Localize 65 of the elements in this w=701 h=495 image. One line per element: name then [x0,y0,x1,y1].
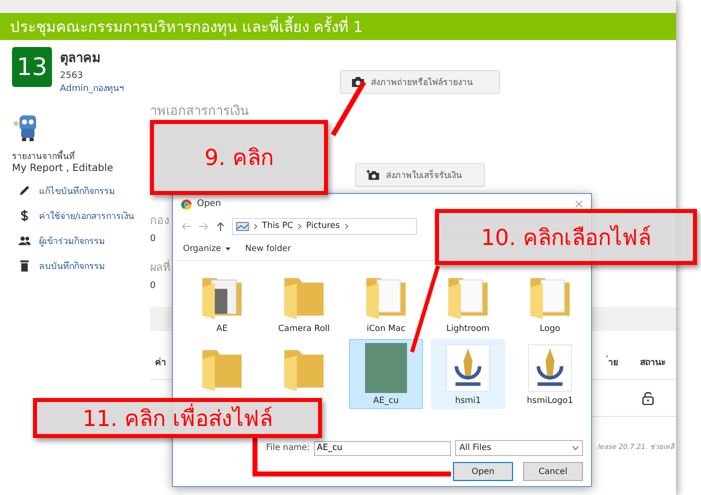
dialog-title: Open [197,199,222,209]
column-header: ่าย [608,355,618,369]
month-label: ตุลาคม [60,50,102,68]
chevron-icon [344,222,349,230]
section-heading: าพเอกสารการเงิน [150,103,249,121]
year-label: 2563 [60,71,84,81]
camera-icon [351,76,365,88]
dollar-icon [18,209,31,222]
sidebar-item[interactable]: ค่าใช้จ่าย/เอกสารการเงิน [18,203,134,228]
breadcrumb-item[interactable]: This PC [262,221,294,231]
back-icon[interactable] [181,222,192,230]
report-mode: My Report , Editable [12,163,114,174]
file-item[interactable]: iCon Mac [349,267,423,337]
column-header: สถานะ [640,357,666,369]
dialog-button[interactable]: Cancel [523,462,583,481]
browser-icon [181,198,192,210]
file-item[interactable]: Camera Roll [267,267,341,337]
file-item[interactable]: Lightroom [431,267,505,337]
file-item[interactable]: AE_cu [349,339,423,409]
scrollbar[interactable] [0,0,676,13]
camera-plus-icon [366,169,380,181]
file-item[interactable]: hsmi1 [431,339,505,409]
chevron-icon [297,222,302,230]
pictures-icon [236,222,249,230]
stat-value: 0 [150,281,157,291]
author-link[interactable]: Admin_กองทุนฯ [60,81,124,95]
file-name-field[interactable]: AE_cu [314,440,452,456]
pencil-icon [18,184,31,197]
callout-label: 9. คลิก [150,120,328,195]
close-icon[interactable] [575,200,583,208]
toolbar-button[interactable]: New folder [245,244,292,254]
sidebar-item[interactable]: ลบบันทึกกิจกรรม [18,253,134,278]
people-icon [18,234,31,247]
upload-button[interactable]: ส่งภาพถ่ายหรือไฟล์รายงาน [340,70,500,94]
file-item[interactable]: hsmiLogo1 [513,339,587,409]
caret-icon [225,247,232,251]
page-title: ประชุมคณะกรรมการบริหารกองทุน และพี่เลี้ยง ครั้งที่ 1 [10,15,363,38]
emblem-drawing [525,343,575,393]
stat-label: กอง [150,213,170,229]
file-item[interactable]: Logo [513,267,587,337]
date-badge: 13 [12,47,52,87]
callout-label: 11. คลิก เพื่อส่งไฟล์ [33,398,322,438]
dialog-button[interactable]: Open [453,462,513,481]
column-header: ค่า [155,356,166,369]
sidebar-item[interactable]: ผู้เข้าร่วมกิจกรรม [18,228,134,253]
chevron-icon [253,222,258,230]
emblem-drawing [443,343,493,393]
upload-button[interactable]: ส่งภาพใบเสร็จรับเงิน [355,163,485,187]
callout-label: 10. คลิกเลือกไฟล์ [435,209,697,265]
up-icon[interactable] [215,222,226,230]
trash-icon [18,259,31,272]
forward-icon[interactable] [198,222,209,230]
file-type-dropdown[interactable]: All Files [455,440,583,456]
leader-line [330,80,366,136]
toolbar-button[interactable]: Organize [183,244,232,254]
caret-icon [572,446,579,450]
file-item[interactable]: AE [185,267,259,337]
report-caption: รายงานจากพื้นที่ [12,149,75,163]
file-name-label: File name: [266,443,310,453]
stat-value: 0 [150,234,157,244]
photo-placeholder [365,343,407,393]
address-bar[interactable]: This PC Pictures [232,218,417,234]
breadcrumb-item[interactable]: Pictures [306,221,340,231]
stat-label: ผลที่ [150,258,170,276]
sidebar-item[interactable]: แก้ไขบันทึกกิจกรรม [18,178,134,203]
